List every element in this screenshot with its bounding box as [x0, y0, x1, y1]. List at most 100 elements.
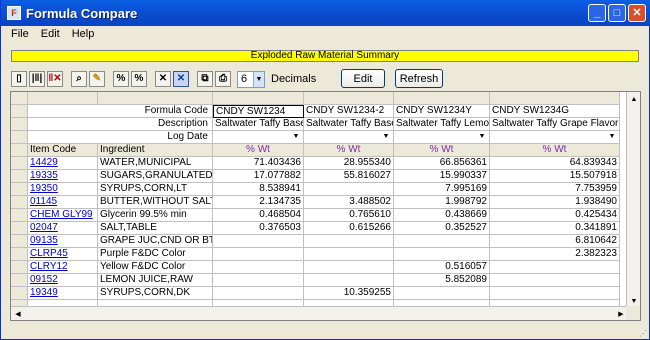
chevron-down-icon[interactable]: ▼ — [477, 132, 487, 142]
spacer-cell — [28, 118, 98, 131]
title-bar[interactable]: F Formula Compare _ □ ✕ — [1, 0, 650, 26]
header-strip-cell — [213, 92, 304, 105]
toolbar: ▯ |‖| ‖✕ ⌕ ✎ % % ✕ ✕ ⧉ ⎙ 6 ▼ Decimals — [11, 69, 316, 89]
formula-code-cell[interactable]: CNDY SW1234Y — [394, 105, 490, 118]
delete-columns-icon[interactable]: ‖✕ — [47, 71, 63, 87]
log-date-select[interactable]: ▼ — [490, 131, 620, 144]
value-cell: 55.816027 — [304, 170, 394, 183]
header-strip-cell — [11, 92, 28, 105]
menu-edit[interactable]: Edit — [35, 28, 66, 40]
maximize-button[interactable]: □ — [608, 4, 626, 22]
item-code-link[interactable]: 09135 — [28, 235, 98, 248]
row-header — [11, 144, 28, 157]
menu-bar: File Edit Help — [1, 26, 649, 42]
formula-app-icon: F — [7, 6, 21, 20]
item-code-link[interactable]: 09152 — [28, 274, 98, 287]
item-code-link[interactable]: CLRY12 — [28, 261, 98, 274]
menu-help[interactable]: Help — [66, 28, 101, 40]
description-cell: Saltwater Taffy Base — [213, 118, 304, 131]
item-code-header[interactable]: Item Code — [28, 144, 98, 157]
scroll-left-icon[interactable]: ◀ — [11, 307, 25, 320]
item-code-link[interactable]: 19349 — [28, 287, 98, 300]
item-code-link[interactable]: CLRP45 — [28, 248, 98, 261]
value-cell: 64.839343 — [490, 157, 620, 170]
item-code-link[interactable]: 02047 — [28, 222, 98, 235]
chevron-down-icon[interactable]: ▼ — [291, 132, 301, 142]
value-cell: 3.488502 — [304, 196, 394, 209]
log-date-select[interactable]: ▼ — [394, 131, 490, 144]
ingredient-cell: SALT,TABLE — [98, 222, 213, 235]
formula-code-cell[interactable]: CNDY SW1234 — [213, 105, 304, 118]
pencil-icon[interactable]: ✎ — [89, 71, 105, 87]
columns-icon[interactable]: |‖| — [29, 71, 45, 87]
spacer-cell — [28, 131, 98, 144]
row-header[interactable] — [11, 248, 28, 261]
value-cell — [304, 261, 394, 274]
ingredient-cell: SYRUPS,CORN,LT — [98, 183, 213, 196]
vertical-scrollbar[interactable]: ▲ ▼ — [626, 92, 640, 308]
log-date-select[interactable]: ▼ — [213, 131, 304, 144]
value-cell: 10.359255 — [304, 287, 394, 300]
value-cell — [304, 235, 394, 248]
item-code-link[interactable]: 14429 — [28, 157, 98, 170]
row-header[interactable] — [11, 196, 28, 209]
expand-icon[interactable]: ✕ — [173, 71, 189, 87]
formula-code-cell[interactable]: CNDY SW1234-2 — [304, 105, 394, 118]
horizontal-scrollbar[interactable]: ◀ ▶ — [11, 306, 628, 320]
ingredient-cell: Yellow F&DC Color — [98, 261, 213, 274]
new-page-icon[interactable]: ▯ — [11, 71, 27, 87]
percent-toggle-icon[interactable]: % — [131, 71, 147, 87]
window-title: Formula Compare — [26, 5, 138, 21]
row-header[interactable] — [11, 274, 28, 287]
scroll-corner — [626, 306, 640, 320]
ingredient-cell: Purple F&DC Color — [98, 248, 213, 261]
refresh-button[interactable]: Refresh — [395, 69, 443, 88]
row-header[interactable] — [11, 235, 28, 248]
ingredient-cell: GRAPE JUC,CND OR BTLD — [98, 235, 213, 248]
menu-file[interactable]: File — [5, 28, 35, 40]
row-header[interactable] — [11, 222, 28, 235]
item-code-link[interactable]: 01145 — [28, 196, 98, 209]
row-header[interactable] — [11, 170, 28, 183]
close-button[interactable]: ✕ — [628, 4, 646, 22]
description-label: Description — [98, 118, 213, 131]
copy-icon[interactable]: ⧉ — [197, 71, 213, 87]
item-code-link[interactable]: CHEM GLY99 — [28, 209, 98, 222]
description-cell: Saltwater Taffy Grape Flavor — [490, 118, 620, 131]
chevron-down-icon[interactable]: ▼ — [381, 132, 391, 142]
row-header[interactable] — [11, 209, 28, 222]
chevron-down-icon[interactable]: ▼ — [607, 132, 617, 142]
minimize-button[interactable]: _ — [588, 4, 606, 22]
row-header[interactable] — [11, 261, 28, 274]
percent-icon[interactable]: % — [113, 71, 129, 87]
resize-grip-icon[interactable]: ⋰ — [639, 330, 647, 338]
log-date-select[interactable]: ▼ — [304, 131, 394, 144]
report-banner: Exploded Raw Material Summary — [11, 50, 639, 62]
value-cell: 0.352527 — [394, 222, 490, 235]
value-cell — [394, 287, 490, 300]
decimals-select[interactable]: 6 ▼ — [237, 70, 265, 88]
collapse-icon[interactable]: ✕ — [155, 71, 171, 87]
value-cell — [394, 235, 490, 248]
decimals-label: Decimals — [271, 73, 317, 85]
row-header — [11, 105, 28, 118]
formula-code-cell[interactable]: CNDY SW1234G — [490, 105, 620, 118]
print-icon[interactable]: ⎙ — [215, 71, 231, 87]
row-header — [11, 131, 28, 144]
edit-button[interactable]: Edit — [341, 69, 385, 88]
ingredient-header[interactable]: Ingredient — [98, 144, 213, 157]
scroll-up-icon[interactable]: ▲ — [627, 92, 640, 106]
header-strip-cell — [394, 92, 490, 105]
search-icon[interactable]: ⌕ — [71, 71, 87, 87]
row-header[interactable] — [11, 157, 28, 170]
description-cell: Saltwater Taffy Lemon I — [394, 118, 490, 131]
item-code-link[interactable]: 19350 — [28, 183, 98, 196]
value-cell: 0.341891 — [490, 222, 620, 235]
ingredient-cell: Glycerin 99.5% min — [98, 209, 213, 222]
row-header[interactable] — [11, 183, 28, 196]
row-header[interactable] — [11, 287, 28, 300]
value-cell — [490, 274, 620, 287]
value-cell — [213, 274, 304, 287]
value-cell: 66.856361 — [394, 157, 490, 170]
item-code-link[interactable]: 19335 — [28, 170, 98, 183]
